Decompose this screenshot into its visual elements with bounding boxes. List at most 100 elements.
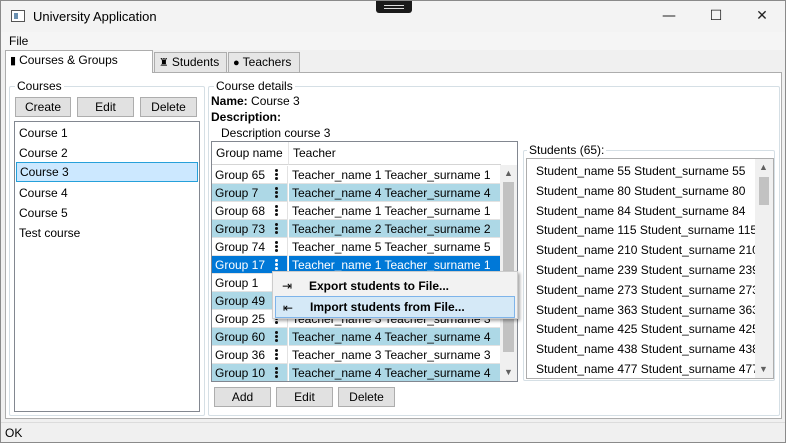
snap-grip-icon[interactable] [376,1,412,13]
teacher-cell[interactable]: Teacher_name 2 Teacher_surname 2 [289,220,500,238]
group-name-cell[interactable]: Group 36 [212,346,288,364]
menu-bar: File [1,32,785,50]
scroll-up-icon[interactable]: ▲ [500,165,517,182]
course-item[interactable]: Course 4 [16,183,68,203]
status-text: OK [5,426,23,440]
table-row[interactable]: Group 73 Teacher_name 2 Teacher_surname 2 [212,220,500,238]
course-name-row: Name: Course 3 [211,94,300,108]
groups-grid[interactable]: Group name Teacher Group 65 Teacher_name … [211,141,518,382]
more-options-icon[interactable] [275,259,279,271]
maximize-button[interactable]: ☐ [693,1,739,32]
import-students-menu-item[interactable]: ⇤ Import students from File... [275,296,515,318]
teacher-cell[interactable]: Teacher_name 4 Teacher_surname 4 [289,184,500,202]
table-row[interactable]: Group 60 Teacher_name 4 Teacher_surname 4 [212,328,500,346]
group-name-text: Group 73 [215,222,266,236]
student-item[interactable]: Student_name 115 Student_surname 115 [533,220,757,240]
scroll-down-icon[interactable]: ▼ [500,364,517,381]
teacher-cell[interactable]: Teacher_name 1 Teacher_surname 1 [289,202,500,220]
more-options-icon[interactable] [275,223,279,235]
group-name-text: Group 68 [215,204,266,218]
more-options-icon[interactable] [275,169,279,181]
edit-group-button[interactable]: Edit [276,387,333,407]
course-item[interactable]: Course 1 [16,123,68,143]
teacher-cell[interactable]: Teacher_name 5 Teacher_surname 5 [289,238,500,256]
export-students-menu-item[interactable]: ⇥ Export students to File... [275,275,515,297]
student-item[interactable]: Student_name 210 Student_surname 210 [533,240,759,260]
title-bar: University Application — ☐ ✕ [1,1,785,32]
student-item[interactable]: Student_name 477 Student_surname 477 [533,359,759,379]
scroll-up-icon[interactable]: ▲ [755,159,772,176]
name-value: Course 3 [251,94,300,108]
tab-teachers-label: Teachers [242,55,292,69]
teacher-cell[interactable]: Teacher_name 4 Teacher_surname 4 [289,328,500,346]
teacher-cell[interactable]: Teacher_name 1 Teacher_surname 1 [289,166,500,184]
edit-course-button[interactable]: Edit [77,97,134,117]
student-item[interactable]: Student_name 84 Student_surname 84 [533,201,745,221]
minimize-button[interactable]: — [646,1,692,32]
course-item-selected[interactable]: Course 3 [16,162,198,182]
group-name-cell[interactable]: Group 65 [212,166,288,184]
tab-students[interactable]: ♜ Students [154,52,227,72]
tab-teachers[interactable]: ● Teachers [228,52,300,72]
tab-courses-label: Courses & Groups [19,53,118,67]
courses-list[interactable]: Course 1 Course 2 Course 3 Course 4 Cour… [14,121,200,412]
student-item[interactable]: Student_name 273 Student_surname 273 [533,280,759,300]
create-course-button[interactable]: Create [15,97,71,117]
more-options-icon[interactable] [275,349,279,361]
student-item[interactable]: Student_name 438 Student_surname 438 [533,339,759,359]
table-row[interactable]: Group 68 Teacher_name 1 Teacher_surname 1 [212,202,500,220]
course-item[interactable]: Course 2 [16,143,68,163]
add-group-button[interactable]: Add [214,387,271,407]
col-header-teacher[interactable]: Teacher [289,142,501,165]
group-name-cell[interactable]: Group 68 [212,202,288,220]
context-menu: ⇥ Export students to File... ⇤ Import stud… [272,271,518,319]
group-name-text: Group 7 [215,186,259,200]
group-name-text: Group 1 [215,276,259,290]
tab-students-label: Students [171,55,220,69]
more-options-icon[interactable] [275,205,279,217]
delete-course-button[interactable]: Delete [140,97,197,117]
groups-scroll-thumb[interactable] [503,182,514,352]
delete-group-button[interactable]: Delete [338,387,395,407]
table-row[interactable]: Group 65 Teacher_name 1 Teacher_surname 1 [212,166,500,184]
more-options-icon[interactable] [275,331,279,343]
table-row[interactable]: Group 74 Teacher_name 5 Teacher_surname 5 [212,238,500,256]
group-name-cell[interactable]: Group 73 [212,220,288,238]
teacher-cell[interactable]: Teacher_name 4 Teacher_surname 4 [289,364,500,381]
col-header-group[interactable]: Group name [212,142,289,165]
teacher-cell[interactable]: Teacher_name 3 Teacher_surname 3 [289,346,500,364]
more-options-icon[interactable] [275,241,279,253]
book-icon: ▮ [10,55,17,67]
student-item[interactable]: Student_name 80 Student_surname 80 [533,181,745,201]
students-scrollbar[interactable]: ▲ ▼ [755,159,773,378]
group-name-cell[interactable]: Group 7 [212,184,288,202]
app-icon [11,10,25,22]
group-name-cell[interactable]: Group 60 [212,328,288,346]
group-name-text: Group 25 [215,312,266,326]
student-item[interactable]: Student_name 363 Student_surname 363 [533,300,759,320]
table-row[interactable]: Group 36 Teacher_name 3 Teacher_surname 3 [212,346,500,364]
students-scroll-thumb[interactable] [759,177,769,205]
tab-courses-groups[interactable]: ▮ Courses & Groups [5,50,153,73]
group-name-text: Group 49 [215,294,266,308]
courses-label: Courses [15,79,64,93]
more-options-icon[interactable] [275,187,279,199]
menu-file[interactable]: File [9,34,28,48]
app-window: University Application — ☐ ✕ File ▮ Cours… [0,0,786,443]
students-list[interactable]: Student_name 477 Student_surname 477 Stud… [526,158,774,379]
student-item[interactable]: Student_name 55 Student_surname 55 [533,161,745,181]
table-row[interactable]: Group 7 Teacher_name 4 Teacher_surname 4 [212,184,500,202]
more-options-icon[interactable] [275,367,279,379]
close-button[interactable]: ✕ [739,1,785,32]
course-item[interactable]: Test course [16,223,80,243]
student-item[interactable]: Student_name 239 Student_surname 239 [533,260,759,280]
group-name-cell[interactable]: Group 10 [212,364,288,381]
name-label: Name: [211,94,248,108]
course-item[interactable]: Course 5 [16,203,68,223]
student-item[interactable]: Student_name 425 Student_surname 425 [533,319,759,339]
scroll-down-icon[interactable]: ▼ [755,361,772,378]
group-name-cell[interactable]: Group 74 [212,238,288,256]
table-row[interactable]: Group 10 Teacher_name 4 Teacher_surname 4 [212,364,500,381]
student-icon: ♜ [159,57,169,69]
description-label: Description: [211,110,282,124]
